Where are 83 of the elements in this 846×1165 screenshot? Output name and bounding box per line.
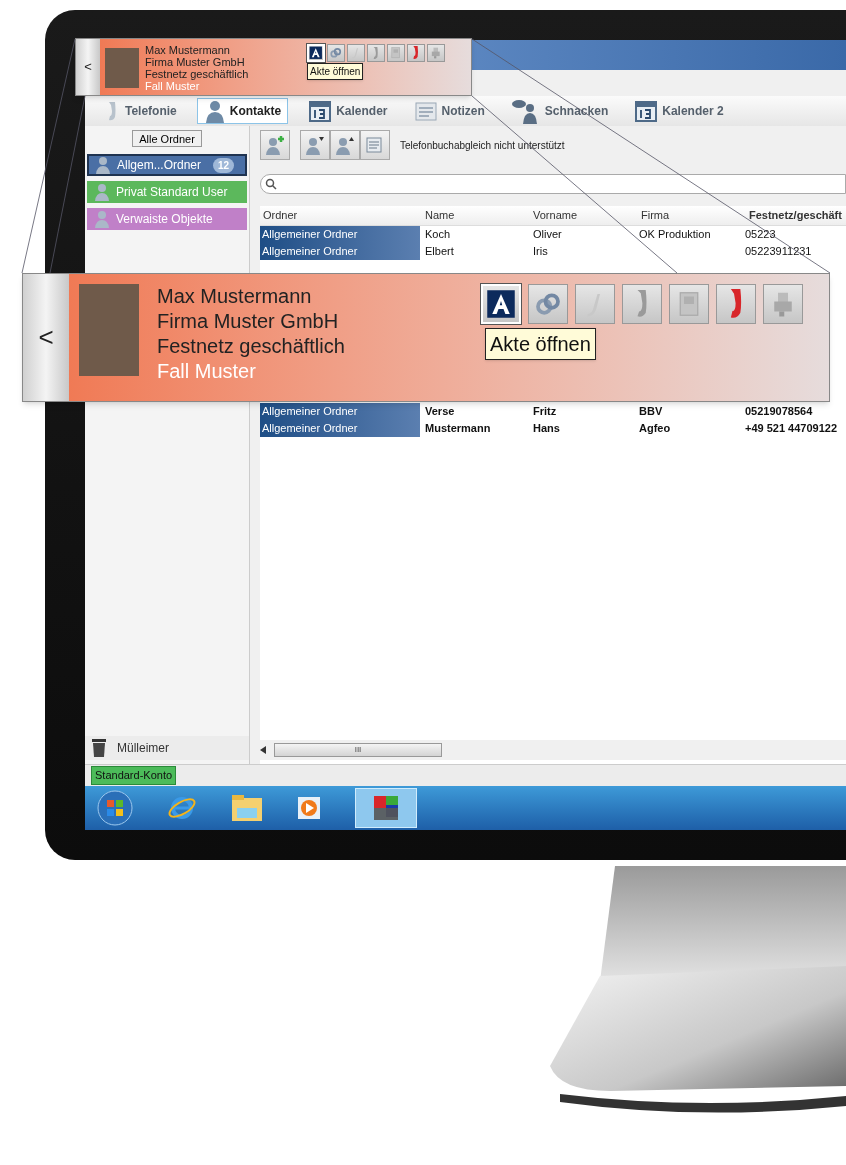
- tab[interactable]: Kalender 2: [628, 98, 730, 124]
- all-folders-button[interactable]: Alle Ordner: [132, 130, 202, 147]
- person-icon: [95, 156, 111, 174]
- person-icon: [94, 210, 110, 228]
- column-header[interactable]: Vorname: [528, 207, 636, 224]
- column-header[interactable]: Ordner: [260, 207, 420, 224]
- tab[interactable]: Telefonie: [99, 98, 183, 124]
- folder-cell: Allgemeiner Ordner: [260, 226, 420, 243]
- tab[interactable]: Kalender: [302, 98, 394, 124]
- caller-info: Festnetz geschäftlich: [145, 68, 250, 80]
- table-cell-text: Hans: [532, 421, 561, 437]
- chain-icon: [329, 46, 343, 60]
- table-cell-text: Verse: [424, 404, 456, 420]
- start-orb-icon[interactable]: [97, 790, 133, 826]
- table-cell-text: Elbert: [424, 244, 455, 260]
- toolbar-button[interactable]: [330, 130, 360, 160]
- table-cell-text: Koch: [424, 227, 452, 243]
- column-header[interactable]: Firma: [636, 207, 744, 224]
- folder-cell: Allgemeiner Ordner: [260, 420, 420, 437]
- column-header[interactable]: Name: [420, 207, 528, 224]
- tooltip: Akte öffnen: [485, 328, 596, 360]
- table-cell-text: Iris: [532, 244, 549, 260]
- table-cell-text: Agfeo: [638, 421, 672, 437]
- caller-info: Max Mustermann: [145, 44, 231, 56]
- sync-status-text: Telefonbuchabgleich nicht unterstützt: [400, 138, 565, 153]
- caller-info: Festnetz geschäftlich: [157, 334, 346, 359]
- account-label: Standard-Konto: [91, 766, 177, 785]
- table-cell-text: 05223911231: [744, 244, 812, 260]
- case-name: Fall Muster: [145, 80, 201, 92]
- toolbar-button[interactable]: [300, 130, 330, 160]
- handset-icon: [373, 46, 379, 60]
- toolbar-button[interactable]: [360, 130, 390, 160]
- scrollbar-thumb[interactable]: III: [274, 743, 442, 757]
- media-player-icon[interactable]: [297, 796, 321, 820]
- search-icon: [265, 178, 277, 190]
- table-cell-text: BBV: [638, 404, 664, 420]
- back-button[interactable]: <: [76, 39, 100, 95]
- folder-icon[interactable]: [231, 794, 263, 822]
- letter-a-icon: [486, 289, 516, 319]
- handset-icon: [729, 289, 743, 319]
- scroll-left-icon[interactable]: [260, 746, 266, 754]
- letter-a-icon: [309, 46, 323, 60]
- tab[interactable]: Kontakte: [196, 98, 289, 124]
- calendar-icon: [634, 99, 659, 123]
- export-contact-icon: [335, 135, 355, 155]
- caller-info: Max Mustermann: [157, 284, 313, 309]
- tab[interactable]: Schnacken: [504, 98, 615, 124]
- photo-placeholder: [105, 48, 139, 88]
- back-button[interactable]: <: [23, 274, 69, 401]
- tooltip: Akte öffnen: [307, 63, 364, 80]
- fax-icon: [429, 46, 443, 60]
- table-cell-text: 05223: [744, 227, 776, 243]
- add-contact-icon: [265, 135, 285, 155]
- trash-item[interactable]: Mülleimer: [85, 736, 249, 760]
- folder-cell: Allgemeiner Ordner: [260, 243, 420, 260]
- folder-cell: Allgemeiner Ordner: [260, 403, 420, 420]
- import-contact-icon: [305, 135, 325, 155]
- table-cell-text: Fritz: [532, 404, 558, 420]
- caller-info: Firma Muster GmbH: [145, 56, 246, 68]
- calendar-icon: [308, 99, 333, 123]
- column-header[interactable]: Festnetz/geschäft: [744, 207, 842, 224]
- tab[interactable]: Notizen: [407, 98, 491, 124]
- active-app-button[interactable]: [355, 788, 417, 828]
- folder-item[interactable]: Allgem...Ordner 12: [87, 154, 247, 176]
- search-field[interactable]: [260, 174, 846, 194]
- table-cell-text: +49 521 44709122: [744, 421, 838, 437]
- handset-icon: [635, 290, 649, 318]
- person-icon: [94, 183, 110, 201]
- table-cell-text: Oliver: [532, 227, 563, 243]
- count-badge: 12: [213, 157, 235, 173]
- device-icon: [389, 46, 403, 60]
- handset-icon: [413, 46, 419, 60]
- notes-icon: [413, 100, 438, 122]
- person-icon: [203, 99, 226, 123]
- document-icon: [365, 135, 385, 155]
- caller-info: Firma Muster GmbH: [157, 309, 340, 334]
- toolbar-button[interactable]: [260, 130, 290, 160]
- trash-can-icon: [91, 738, 107, 758]
- cube-icon: [371, 793, 401, 823]
- table-cell-text: OK Produktion: [638, 227, 712, 243]
- table-cell-text: 05219078564: [744, 404, 813, 420]
- case-name: Fall Muster: [157, 359, 257, 384]
- table-cell-text: Mustermann: [424, 421, 492, 437]
